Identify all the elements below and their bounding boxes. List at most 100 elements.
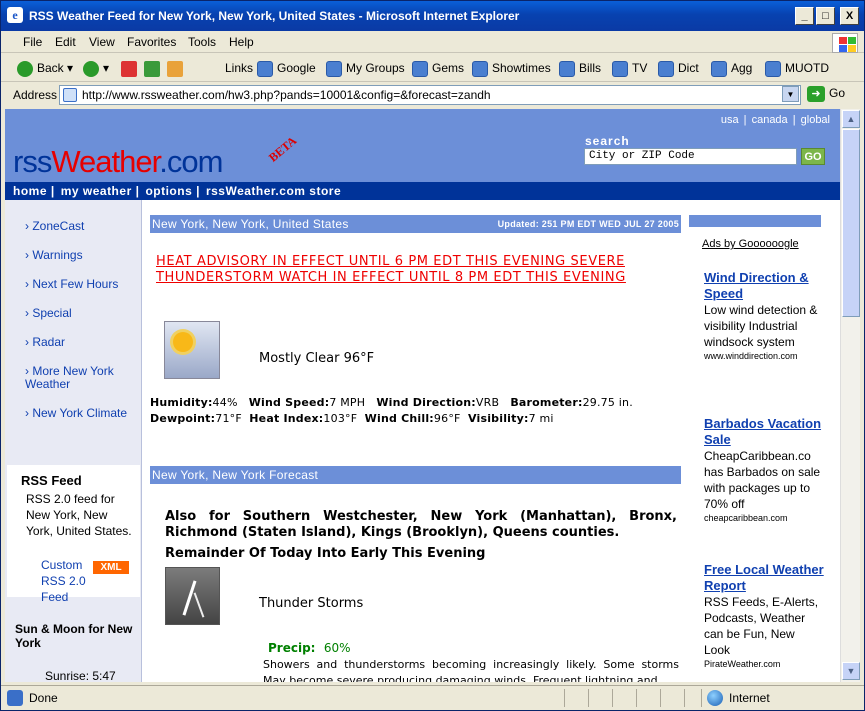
go-button[interactable]: ➜ Go [807,86,845,102]
menu-file[interactable]: File [23,35,42,49]
search-go-button[interactable]: GO [801,148,825,165]
page-icon [711,60,727,77]
sidebar-item-special[interactable]: › Special [25,307,135,320]
thunderstorm-icon [165,567,220,625]
forecast-detail: Showers and thunderstorms becoming incre… [263,658,679,682]
sidebar-item-more-weather[interactable]: › More New York Weather [25,365,135,391]
page-status-icon [7,690,23,706]
ads-heading[interactable]: Ads by Goooooogle [702,238,799,250]
search-label: search [585,134,630,148]
advisory-alert[interactable]: HEAT ADVISORY IN EFFECT UNTIL 6 PM EDT T… [156,254,680,286]
site-logo[interactable]: rssWeather.com [13,144,223,180]
menu-favorites[interactable]: Favorites [127,35,176,49]
rss-title: RSS Feed [21,473,82,488]
back-button[interactable]: Back ▾ [17,59,73,77]
forecast-bar: New York, New York Forecast [150,466,681,484]
rss-feed-link[interactable]: Feed [41,590,68,604]
sidebar-item-next-few-hours[interactable]: › Next Few Hours [25,278,135,291]
menu-view[interactable]: View [89,35,115,49]
ad-wind-direction[interactable]: Wind Direction & Speed Low wind detectio… [704,270,824,362]
sidebar-item-radar[interactable]: › Radar [25,336,135,349]
page-icon [63,88,77,102]
forecast-condition: Thunder Storms [259,596,364,611]
refresh-button[interactable] [144,59,164,77]
region-links[interactable]: usa | canada | global [721,114,830,126]
xml-badge[interactable]: XML [93,561,129,574]
menu-bar: File Edit View Favorites Tools Help [1,31,864,53]
location-bar: New York, New York, United States Update… [150,215,681,233]
sidebar-item-climate[interactable]: › New York Climate [25,407,135,420]
address-label: Address [13,88,58,102]
stop-button[interactable] [121,59,141,77]
beta-badge: BETA [265,133,300,165]
rss-custom-link[interactable]: Custom [41,558,82,572]
link-dict[interactable]: Dict [658,59,699,77]
stop-icon [121,60,137,77]
link-muotd[interactable]: MUOTD [765,59,829,77]
window-title: RSS Weather Feed for New York, New York,… [29,9,520,23]
home-icon [167,60,183,77]
page-icon [658,60,674,77]
page-viewport: usa | canada | global rssWeather.com BET… [5,109,840,682]
link-google[interactable]: Google [257,59,316,77]
home-button[interactable] [167,59,187,77]
search-input[interactable]: City or ZIP Code [584,148,797,165]
nav-options[interactable]: options | [145,184,200,198]
address-input[interactable]: http://www.rssweather.com/hw3.php?pands=… [59,85,801,105]
forward-button[interactable]: ▾ [83,59,109,77]
internet-zone-icon [707,690,723,706]
page-icon [257,60,273,77]
ads-column: Ads by Goooooogle Wind Direction & Speed… [689,200,840,682]
toolbar: Back ▾ ▾ Links Google My Groups Gems Sho… [1,54,864,82]
sidebar-item-warnings[interactable]: › Warnings [25,249,135,262]
page-icon [412,60,428,77]
title-bar: e RSS Weather Feed for New York, New Yor… [1,1,864,31]
menu-help[interactable]: Help [229,35,254,49]
scroll-down-icon[interactable]: ▼ [842,662,860,680]
ad-weather-report[interactable]: Free Local Weather Report RSS Feeds, E-A… [704,562,824,670]
site-nav: home | my weather | options | rssWeather.co… [5,182,840,200]
address-bar: Address http://www.rssweather.com/hw3.ph… [1,83,864,107]
mostly-clear-icon [164,321,220,379]
close-button[interactable]: X [840,7,859,25]
menu-tools[interactable]: Tools [188,35,216,49]
zone-text: Internet [729,691,770,705]
vertical-scrollbar[interactable]: ▲ ▼ [840,109,860,682]
page-icon [765,60,781,77]
ie-icon: e [7,7,23,23]
link-bills[interactable]: Bills [559,59,601,77]
status-bar: Done Internet [1,685,864,710]
nav-store[interactable]: rssWeather.com store [206,184,341,198]
page-icon [472,60,488,77]
address-dropdown-icon[interactable]: ▼ [782,86,799,102]
nav-my-weather[interactable]: my weather | [61,184,140,198]
menu-edit[interactable]: Edit [55,35,76,49]
forecast-counties: Also for Southern Westchester, New York … [165,509,677,540]
sidebar-item-zonecast[interactable]: › ZoneCast [25,220,135,233]
scroll-thumb[interactable] [842,129,860,317]
go-arrow-icon: ➜ [807,86,825,102]
sun-moon-heading: Sun & Moon for New York [15,622,133,650]
back-arrow-icon [17,60,33,77]
nav-home[interactable]: home | [13,184,55,198]
link-tv[interactable]: TV [612,59,647,77]
rss-20-link[interactable]: RSS 2.0 [41,574,86,588]
maximize-button[interactable]: □ [816,7,835,25]
link-my-groups[interactable]: My Groups [326,59,405,77]
ad-barbados[interactable]: Barbados Vacation Sale CheapCaribbean.co… [704,416,824,524]
minimize-button[interactable]: _ [795,7,814,25]
link-gems[interactable]: Gems [412,59,464,77]
scroll-up-icon[interactable]: ▲ [842,110,860,128]
ie-window: e RSS Weather Feed for New York, New Yor… [0,0,865,711]
status-text: Done [29,691,58,705]
current-condition: Mostly Clear 96°F [259,351,375,366]
refresh-icon [144,60,160,77]
forecast-title: New York, New York Forecast [152,468,319,482]
link-showtimes[interactable]: Showtimes [472,59,551,77]
link-agg[interactable]: Agg [711,59,752,77]
left-sidebar: › ZoneCast › Warnings › Next Few Hours ›… [5,200,142,682]
rss-feed-box: RSS Feed RSS 2.0 feed for New York, New … [7,465,140,604]
updated-time: Updated: 251 PM EDT WED JUL 27 2005 [497,219,679,229]
page-icon [326,60,342,77]
page-icon [612,60,628,77]
